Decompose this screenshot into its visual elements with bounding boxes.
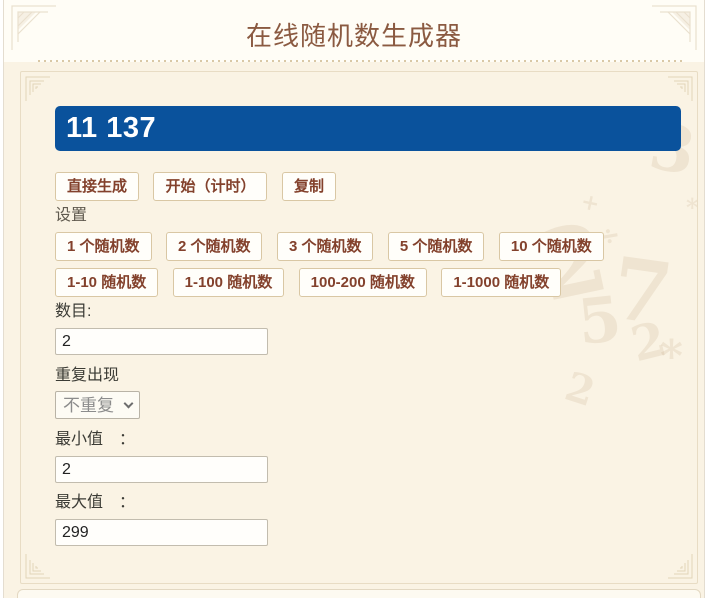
min-label: 最小值 ： xyxy=(55,431,136,448)
settings-label: 设置 xyxy=(55,207,88,224)
preset-count-button-3[interactable]: 3 个随机数 xyxy=(276,232,374,261)
next-section-panel xyxy=(17,589,701,598)
generator-panel: 11 137 直接生成 开始（计时） 复制 设置 1 个随机数 2 个随机数 3… xyxy=(20,71,698,584)
preset-range-button-1-1000[interactable]: 1-1000 随机数 xyxy=(441,268,562,297)
copy-button[interactable]: 复制 xyxy=(281,172,336,201)
start-timer-button[interactable]: 开始（计时） xyxy=(153,172,268,201)
corner-ornament-icon xyxy=(652,5,697,50)
corner-ornament-icon xyxy=(11,5,56,50)
count-label: 数目: xyxy=(55,303,92,320)
actions-row: 直接生成 开始（计时） 复制 xyxy=(55,172,681,201)
preset-range-row: 1-10 随机数 1-100 随机数 100-200 随机数 1-1000 随机… xyxy=(55,268,681,297)
count-input[interactable] xyxy=(55,328,268,355)
preset-range-button-100-200[interactable]: 100-200 随机数 xyxy=(298,268,427,297)
preset-range-button-1-10[interactable]: 1-10 随机数 xyxy=(55,268,159,297)
preset-count-button-5[interactable]: 5 个随机数 xyxy=(387,232,485,261)
preset-range-button-1-100[interactable]: 1-100 随机数 xyxy=(172,268,285,297)
page-header: 在线随机数生成器 xyxy=(4,0,704,62)
repeat-label: 重复出现 xyxy=(55,367,120,384)
repeat-select[interactable]: 不重复 xyxy=(55,391,140,419)
preset-count-button-1[interactable]: 1 个随机数 xyxy=(55,232,152,261)
preset-count-button-10[interactable]: 10 个随机数 xyxy=(498,232,604,261)
page-title: 在线随机数生成器 xyxy=(245,21,462,51)
result-banner: 11 137 xyxy=(55,106,681,151)
max-label: 最大值 ： xyxy=(55,494,136,511)
preset-count-row: 1 个随机数 2 个随机数 3 个随机数 5 个随机数 10 个随机数 xyxy=(55,232,681,261)
min-input[interactable] xyxy=(55,456,268,483)
preset-count-button-2[interactable]: 2 个随机数 xyxy=(165,232,263,261)
max-input[interactable] xyxy=(55,519,268,546)
result-value: 11 137 xyxy=(66,112,157,144)
content-area: +÷23*752*2 xyxy=(4,62,704,598)
generate-button[interactable]: 直接生成 xyxy=(55,172,140,201)
page-container: 在线随机数生成器 +÷23*752*2 xyxy=(3,0,705,598)
repeat-select-wrap: 不重复 xyxy=(55,391,140,419)
corner-ornament-icon xyxy=(668,554,693,579)
corner-ornament-icon xyxy=(25,554,50,579)
